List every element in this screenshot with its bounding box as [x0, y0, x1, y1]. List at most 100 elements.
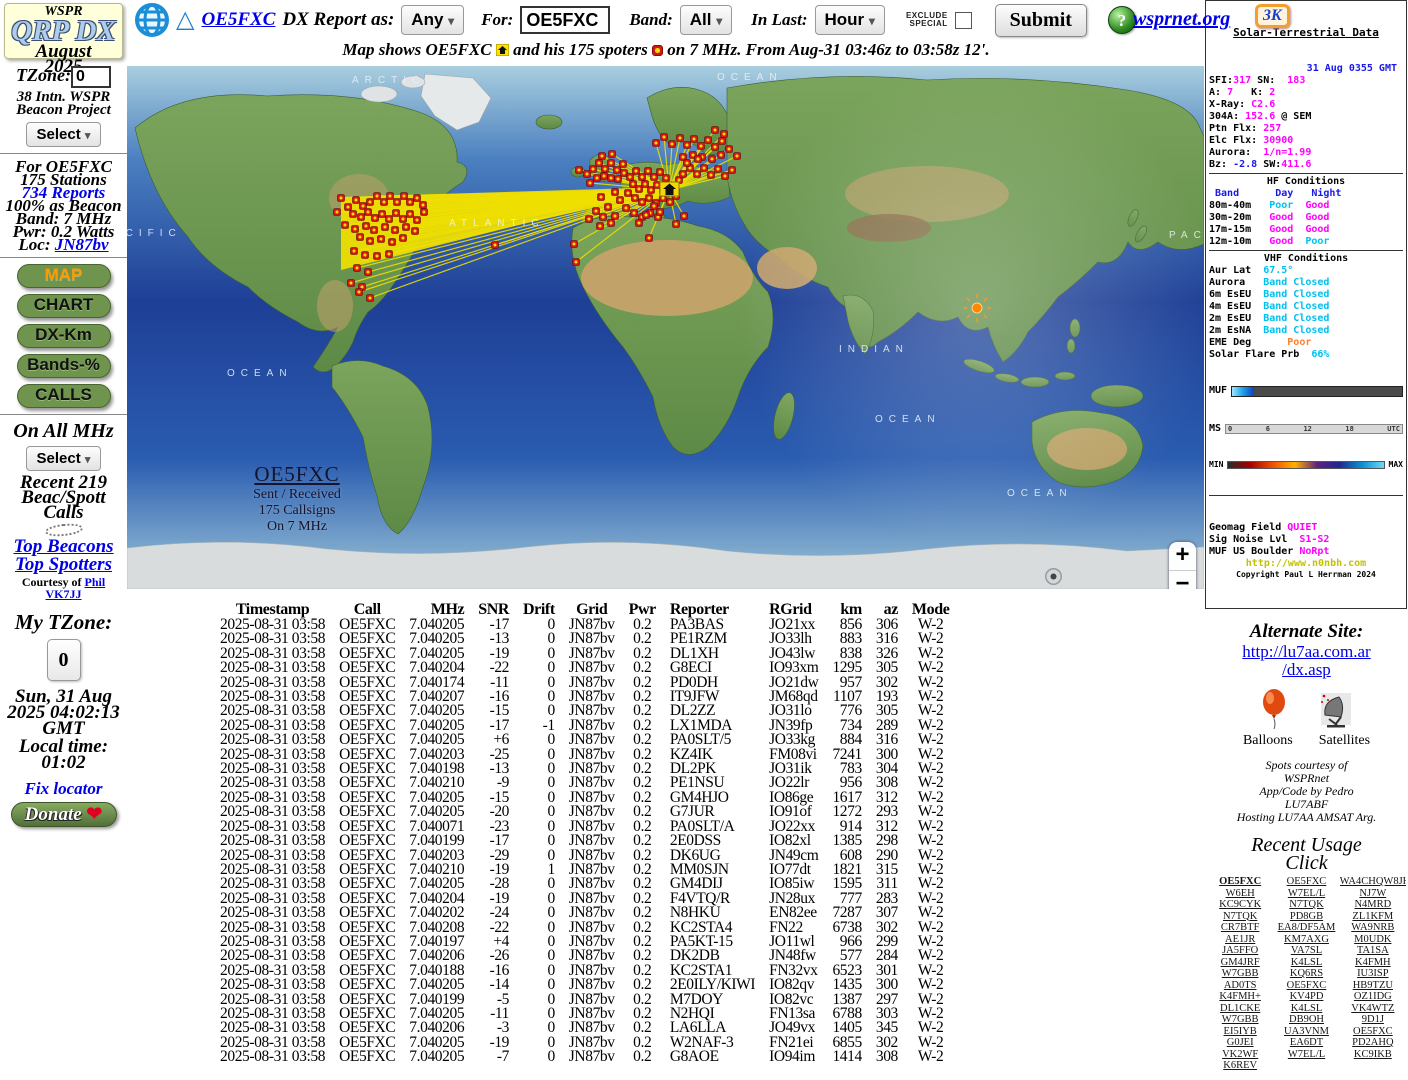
usage-call-link[interactable]: TA1SA: [1340, 945, 1406, 957]
usage-call-link[interactable]: N7TQK: [1273, 899, 1339, 911]
inlast-label: In Last:: [751, 10, 808, 29]
usage-call-link[interactable]: OE5FXC: [1273, 876, 1339, 888]
globe-icon[interactable]: [135, 3, 169, 37]
usage-call-link[interactable]: OE5FXC: [1273, 980, 1339, 992]
3k-badge[interactable]: 3K: [1255, 4, 1290, 28]
usage-call-link[interactable]: W7GBB: [1207, 1014, 1273, 1026]
submit-button[interactable]: Submit: [994, 3, 1087, 37]
ms-label: MS: [1209, 423, 1222, 434]
usage-call-link[interactable]: W7EL/L: [1273, 1049, 1339, 1061]
tzone-input[interactable]: [70, 65, 111, 88]
usage-call-link[interactable]: IU3ISP: [1340, 968, 1406, 980]
usage-call-link[interactable]: N4MRD: [1340, 899, 1406, 911]
spots-table-body: 2025-08-31 03:58 OE5FXC 7.040205 -17 0 JN87bv…: [213, 617, 956, 1065]
usage-call-link[interactable]: KM7AXG: [1273, 934, 1339, 946]
top-spotters-link[interactable]: Top Spotters: [0, 555, 127, 574]
usage-call-link[interactable]: VK2WF: [1207, 1049, 1273, 1061]
project-select-dropdown[interactable]: Select ▾: [25, 121, 102, 147]
usage-call-link[interactable]: GM4JRF: [1207, 957, 1273, 969]
solar-panel-title: Solar-Terrestrial Data: [1233, 26, 1379, 39]
my-tzone-value[interactable]: 0: [46, 638, 81, 681]
svg-text:OCEAN: OCEAN: [717, 72, 783, 83]
world-map[interactable]: ARCTIC OCEAN ATLANTIC OCEAN INDIAN OCEAN ACIFI…: [127, 66, 1204, 589]
usage-call-link[interactable]: K4FMH+: [1207, 991, 1273, 1003]
bands-button[interactable]: Bands-%: [16, 353, 111, 378]
usage-call-link[interactable]: VK4WTZ: [1340, 1003, 1406, 1015]
fix-locator-link[interactable]: Fix locator: [25, 779, 103, 799]
usage-call-link[interactable]: EI5IYB: [1207, 1026, 1273, 1038]
zoom-out-button[interactable]: −: [1169, 570, 1196, 589]
usage-call-link[interactable]: DL1CKE: [1207, 1003, 1273, 1015]
inlast-dropdown[interactable]: Hour ▾: [814, 5, 885, 35]
exclude-special-checkbox[interactable]: [954, 11, 972, 29]
donate-button[interactable]: Donate ❤: [10, 801, 117, 827]
map-button[interactable]: MAP: [16, 263, 111, 288]
on-all-mhz-label: On All MHz: [13, 419, 114, 442]
usage-call-link[interactable]: VA7SL: [1273, 945, 1339, 957]
usage-call-link[interactable]: G0JEI: [1207, 1037, 1273, 1049]
usage-call-link[interactable]: KC9CYK: [1207, 899, 1273, 911]
station-summary: For OE5FXC 175 Stations 734 Reports 100%…: [0, 158, 127, 254]
usage-call-link[interactable]: EA8/DF5AM: [1273, 922, 1339, 934]
vk7jj-link[interactable]: VK7JJ: [46, 587, 82, 601]
usage-call-link[interactable]: 9D1J: [1340, 1014, 1406, 1026]
usage-call-link[interactable]: W7GBB: [1207, 968, 1273, 980]
usage-call-link[interactable]: ZL1KFM: [1340, 911, 1406, 923]
usage-call-link[interactable]: WA4CHQW8JHW: [1340, 876, 1406, 888]
callsign-link[interactable]: OE5FXC: [201, 9, 275, 31]
usage-call-link[interactable]: PD8GB: [1273, 911, 1339, 923]
usage-call-link[interactable]: NJ7W: [1340, 888, 1406, 900]
usage-call-link[interactable]: KV4PD: [1273, 991, 1339, 1003]
usage-call-link[interactable]: KQ6RS: [1273, 968, 1339, 980]
chart-button[interactable]: CHART: [16, 293, 111, 318]
usage-call-link[interactable]: AD0TS: [1207, 980, 1273, 992]
band-dropdown[interactable]: All ▾: [679, 5, 733, 35]
home-beacon-map-icon[interactable]: [659, 181, 680, 197]
tzone-row: TZone:: [0, 65, 127, 88]
usage-call-link[interactable]: AE1JR: [1207, 934, 1273, 946]
report-type-dropdown[interactable]: Any ▾: [401, 5, 465, 35]
usage-call-link[interactable]: KC9IKB: [1340, 1049, 1406, 1061]
usage-call-link[interactable]: K4LSL: [1273, 957, 1339, 969]
usage-call-link[interactable]: CR7BTF: [1207, 922, 1273, 934]
usage-call-link[interactable]: DB9OH: [1273, 1014, 1339, 1026]
usage-call-link[interactable]: W7EL/L: [1273, 888, 1339, 900]
balloon-icon[interactable]: [1259, 689, 1289, 731]
spotter-marker-icon: [651, 45, 663, 56]
zoom-in-button[interactable]: +: [1169, 542, 1196, 570]
usage-call-link[interactable]: OZ1IDG: [1340, 991, 1406, 1003]
usage-call-link[interactable]: WA9NRB: [1340, 922, 1406, 934]
usage-call-link[interactable]: JA5FFO: [1207, 945, 1273, 957]
site-logo[interactable]: WSPR QRP DX August 2025: [4, 3, 123, 76]
right-sidebar: Solar-Terrestrial Data 31 Aug 0355 GMT S…: [1205, 0, 1408, 1080]
triangle-icon[interactable]: △: [176, 8, 194, 32]
usage-call-link[interactable]: HB9TZU: [1340, 980, 1406, 992]
satellite-dish-icon[interactable]: [1315, 689, 1355, 731]
phil-link[interactable]: Phil: [84, 575, 105, 589]
usage-call-link[interactable]: EA6DT: [1273, 1037, 1339, 1049]
callsign-input[interactable]: [520, 6, 611, 34]
usage-call-link[interactable]: W6EH: [1207, 888, 1273, 900]
usage-call-link[interactable]: OE5FXC: [1340, 1026, 1406, 1038]
usage-call-link[interactable]: K6REV: [1207, 1060, 1273, 1072]
usage-call-link[interactable]: M0UDK: [1340, 934, 1406, 946]
dxkm-button[interactable]: DX-Km: [16, 323, 111, 348]
chevron-down-icon: ▾: [84, 453, 91, 466]
locator-link[interactable]: JN87bv: [55, 235, 109, 254]
usage-call-link[interactable]: K4FMH: [1340, 957, 1406, 969]
for-label: For:: [481, 10, 514, 29]
wsprnet-link[interactable]: wsprnet.org: [1133, 8, 1230, 31]
my-tzone-label: My TZone:: [14, 609, 113, 634]
usage-call-link[interactable]: K4LSL: [1273, 1003, 1339, 1015]
allmhz-select-dropdown[interactable]: Select ▾: [25, 445, 102, 471]
alternate-site-link[interactable]: http://lu7aa.com.ar/dx.asp: [1205, 643, 1408, 679]
balloons-label: Balloons: [1242, 733, 1293, 748]
help-icon[interactable]: ?: [1107, 6, 1136, 34]
calls-button[interactable]: CALLS: [16, 383, 111, 408]
alternate-site-title: Alternate Site:: [1249, 621, 1364, 642]
usage-call-link[interactable]: N7TQK: [1207, 911, 1273, 923]
usage-call-link[interactable]: UA3VNM: [1273, 1026, 1339, 1038]
usage-call-link[interactable]: OE5FXC: [1207, 876, 1273, 888]
usage-call-link[interactable]: PD2AHQ: [1340, 1037, 1406, 1049]
svg-text:ARCTIC: ARCTIC: [352, 75, 425, 86]
